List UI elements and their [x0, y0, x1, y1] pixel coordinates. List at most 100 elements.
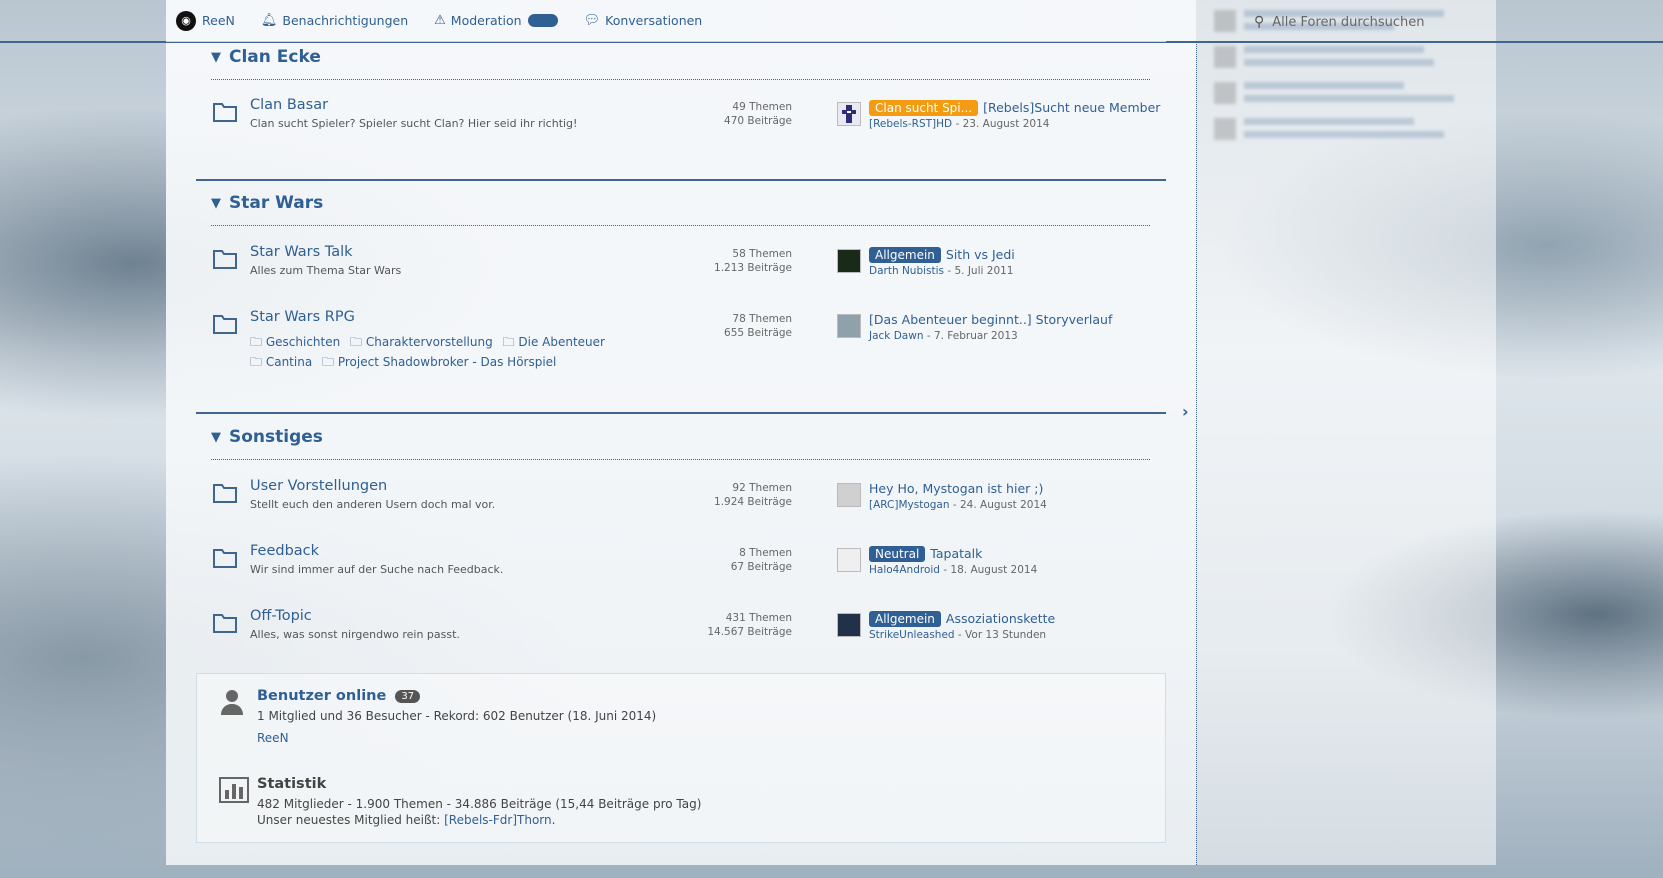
thread-title[interactable]: Tapatalk — [930, 546, 982, 561]
author-link[interactable]: Darth Nubistis — [869, 265, 944, 277]
user-icon — [221, 690, 243, 715]
subforum-link[interactable]: 🗀︎ Geschichten — [250, 335, 340, 349]
avatar[interactable] — [837, 249, 861, 273]
folder-small-icon: 🗀︎ — [250, 355, 263, 369]
ghost-row — [1214, 46, 1490, 72]
topic-count: 58 Themen — [732, 248, 792, 260]
last-post-title[interactable]: Clan sucht Spi... [Rebels]Sucht neue Memb… — [869, 100, 1160, 116]
prefix-label: Allgemein — [869, 247, 941, 263]
chevron-down-icon[interactable]: ▼ — [211, 430, 221, 445]
subforum-list: 🗀︎ Geschichten 🗀︎ Charaktervorstellung 🗀… — [250, 332, 670, 372]
forum-title[interactable]: Clan Basar — [250, 97, 328, 113]
category-label: Sonstiges — [229, 427, 323, 447]
avatar[interactable] — [837, 102, 861, 126]
post-date: - Vor 13 Stunden — [954, 629, 1047, 641]
forum-stats: 49 Themen 470 Beiträge — [682, 100, 792, 128]
moderation-badge — [527, 14, 558, 27]
forum-row: Off-Topic Alles, was sonst nirgendwo rei… — [212, 608, 1157, 668]
online-title[interactable]: Benutzer online 37 — [257, 688, 421, 704]
last-post-meta: Darth Nubistis - 5. Juli 2011 — [869, 265, 1013, 277]
forum-stats: 431 Themen 14.567 Beiträge — [682, 611, 792, 639]
search-input[interactable]: Alle Foren durchsuchen — [1272, 15, 1424, 30]
forum-description: Stellt euch den anderen Usern doch mal v… — [250, 498, 496, 511]
author-link[interactable]: Jack Dawn — [869, 330, 923, 342]
forum-description: Clan sucht Spieler? Spieler sucht Clan? … — [250, 117, 578, 130]
forum-title[interactable]: Feedback — [250, 543, 319, 559]
last-post-title[interactable]: Hey Ho, Mystogan ist hier ;) — [869, 481, 1043, 496]
online-summary: 1 Mitglied und 36 Besucher - Rekord: 602… — [257, 709, 657, 723]
ghost-row — [1214, 118, 1490, 144]
thread-title[interactable]: Hey Ho, Mystogan ist hier ;) — [869, 481, 1043, 496]
folder-icon — [213, 549, 237, 568]
forum-title[interactable]: Star Wars RPG — [250, 309, 355, 325]
subforum-link[interactable]: 🗀︎ Charaktervorstellung — [350, 335, 493, 349]
forum-title[interactable]: Off-Topic — [250, 608, 312, 624]
topic-count: 8 Themen — [739, 547, 792, 559]
thread-title[interactable]: Sith vs Jedi — [946, 247, 1015, 262]
last-post-title[interactable]: [Das Abenteuer beginnt..] Storyverlauf — [869, 312, 1112, 327]
moderation-link[interactable]: ⚠ Moderation — [434, 13, 558, 28]
notifications-link[interactable]: 🔔︎ Benachrichtigungen — [261, 13, 408, 28]
folder-icon — [213, 484, 237, 503]
topic-count: 431 Themen — [725, 612, 792, 624]
user-name[interactable]: ReeN — [202, 13, 235, 28]
forum-description: Alles zum Thema Star Wars — [250, 264, 402, 277]
author-link[interactable]: StrikeUnleashed — [869, 629, 955, 641]
folder-small-icon: 🗀︎ — [250, 335, 263, 349]
newest-member-suffix: . — [551, 813, 556, 827]
category-title[interactable]: ▼ Sonstiges — [211, 427, 323, 447]
chevron-right-icon[interactable]: › — [1182, 402, 1189, 421]
newest-member-prefix: Unser neuestes Mitglied heißt: — [257, 813, 445, 827]
chevron-down-icon[interactable]: ▼ — [211, 196, 221, 211]
last-post-meta: Halo4Android - 18. August 2014 — [869, 564, 1037, 576]
thread-title[interactable]: Assoziationskette — [946, 611, 1055, 626]
forum-description: Alles, was sonst nirgendwo rein passt. — [250, 628, 460, 641]
forum-stats: 8 Themen 67 Beiträge — [682, 546, 792, 574]
post-date: - 23. August 2014 — [952, 118, 1050, 130]
forum-row: Clan Basar Clan sucht Spieler? Spieler s… — [212, 97, 1160, 157]
folder-small-icon: 🗀︎ — [350, 335, 363, 349]
thread-title[interactable]: [Rebels]Sucht neue Member — [983, 100, 1160, 115]
author-link[interactable]: [Rebels-RST]HD — [869, 118, 952, 130]
subforum-link[interactable]: 🗀︎ Die Abenteuer — [503, 335, 605, 349]
info-box: Benutzer online 37 1 Mitglied und 36 Bes… — [196, 673, 1166, 843]
avatar[interactable] — [837, 314, 861, 338]
folder-icon — [213, 315, 237, 334]
forum-row: Star Wars Talk Alles zum Thema Star Wars… — [212, 244, 1157, 304]
author-link[interactable]: [ARC]Mystogan — [869, 499, 950, 511]
forum-title[interactable]: Star Wars Talk — [250, 244, 353, 260]
last-post-meta: [ARC]Mystogan - 24. August 2014 — [869, 499, 1047, 511]
avatar[interactable] — [837, 483, 861, 507]
author-link[interactable]: Halo4Android — [869, 564, 940, 576]
category-separator — [196, 179, 1166, 181]
conversations-link[interactable]: 💬︎ Konversationen — [584, 13, 703, 28]
forum-title[interactable]: User Vorstellungen — [250, 478, 387, 494]
avatar[interactable] — [837, 613, 861, 637]
category-title[interactable]: ▼ Clan Ecke — [211, 47, 321, 67]
last-post-title[interactable]: Allgemein Assoziationskette — [869, 611, 1055, 627]
post-date: - 24. August 2014 — [949, 499, 1047, 511]
newest-member-link[interactable]: [Rebels-Fdr]Thorn — [444, 813, 552, 827]
prefix-label: Neutral — [869, 546, 926, 562]
thread-title[interactable]: [Das Abenteuer beginnt..] Storyverlauf — [869, 312, 1112, 327]
subforum-link[interactable]: 🗀︎ Project Shadowbroker - Das Hörspiel — [322, 355, 556, 369]
speech-bubbles-icon: 💬︎ — [583, 13, 601, 28]
search-box[interactable]: ⚲ Alle Foren durchsuchen — [1254, 12, 1484, 32]
chevron-down-icon[interactable]: ▼ — [211, 50, 221, 65]
category-title[interactable]: ▼ Star Wars — [211, 193, 323, 213]
last-post-title[interactable]: Neutral Tapatalk — [869, 546, 982, 562]
forum-stats: 78 Themen 655 Beiträge — [682, 312, 792, 340]
user-menu[interactable]: ◉ ReeN — [176, 10, 235, 31]
search-icon: ⚲ — [1254, 14, 1265, 30]
prefix-label: Allgemein — [869, 611, 941, 627]
forum-description: Wir sind immer auf der Suche nach Feedba… — [250, 563, 504, 576]
bell-icon: 🔔︎ — [260, 13, 278, 28]
last-post-title[interactable]: Allgemein Sith vs Jedi — [869, 247, 1015, 263]
post-count: 67 Beiträge — [730, 561, 792, 573]
newest-member: Unser neuestes Mitglied heißt: [Rebels-F… — [257, 813, 555, 827]
stats-summary: 482 Mitglieder - 1.900 Themen - 34.886 B… — [257, 797, 702, 811]
post-date: - 5. Juli 2011 — [944, 265, 1014, 277]
online-user-link[interactable]: ReeN — [257, 731, 289, 745]
avatar[interactable] — [837, 548, 861, 572]
subforum-link[interactable]: 🗀︎ Cantina — [250, 355, 312, 369]
